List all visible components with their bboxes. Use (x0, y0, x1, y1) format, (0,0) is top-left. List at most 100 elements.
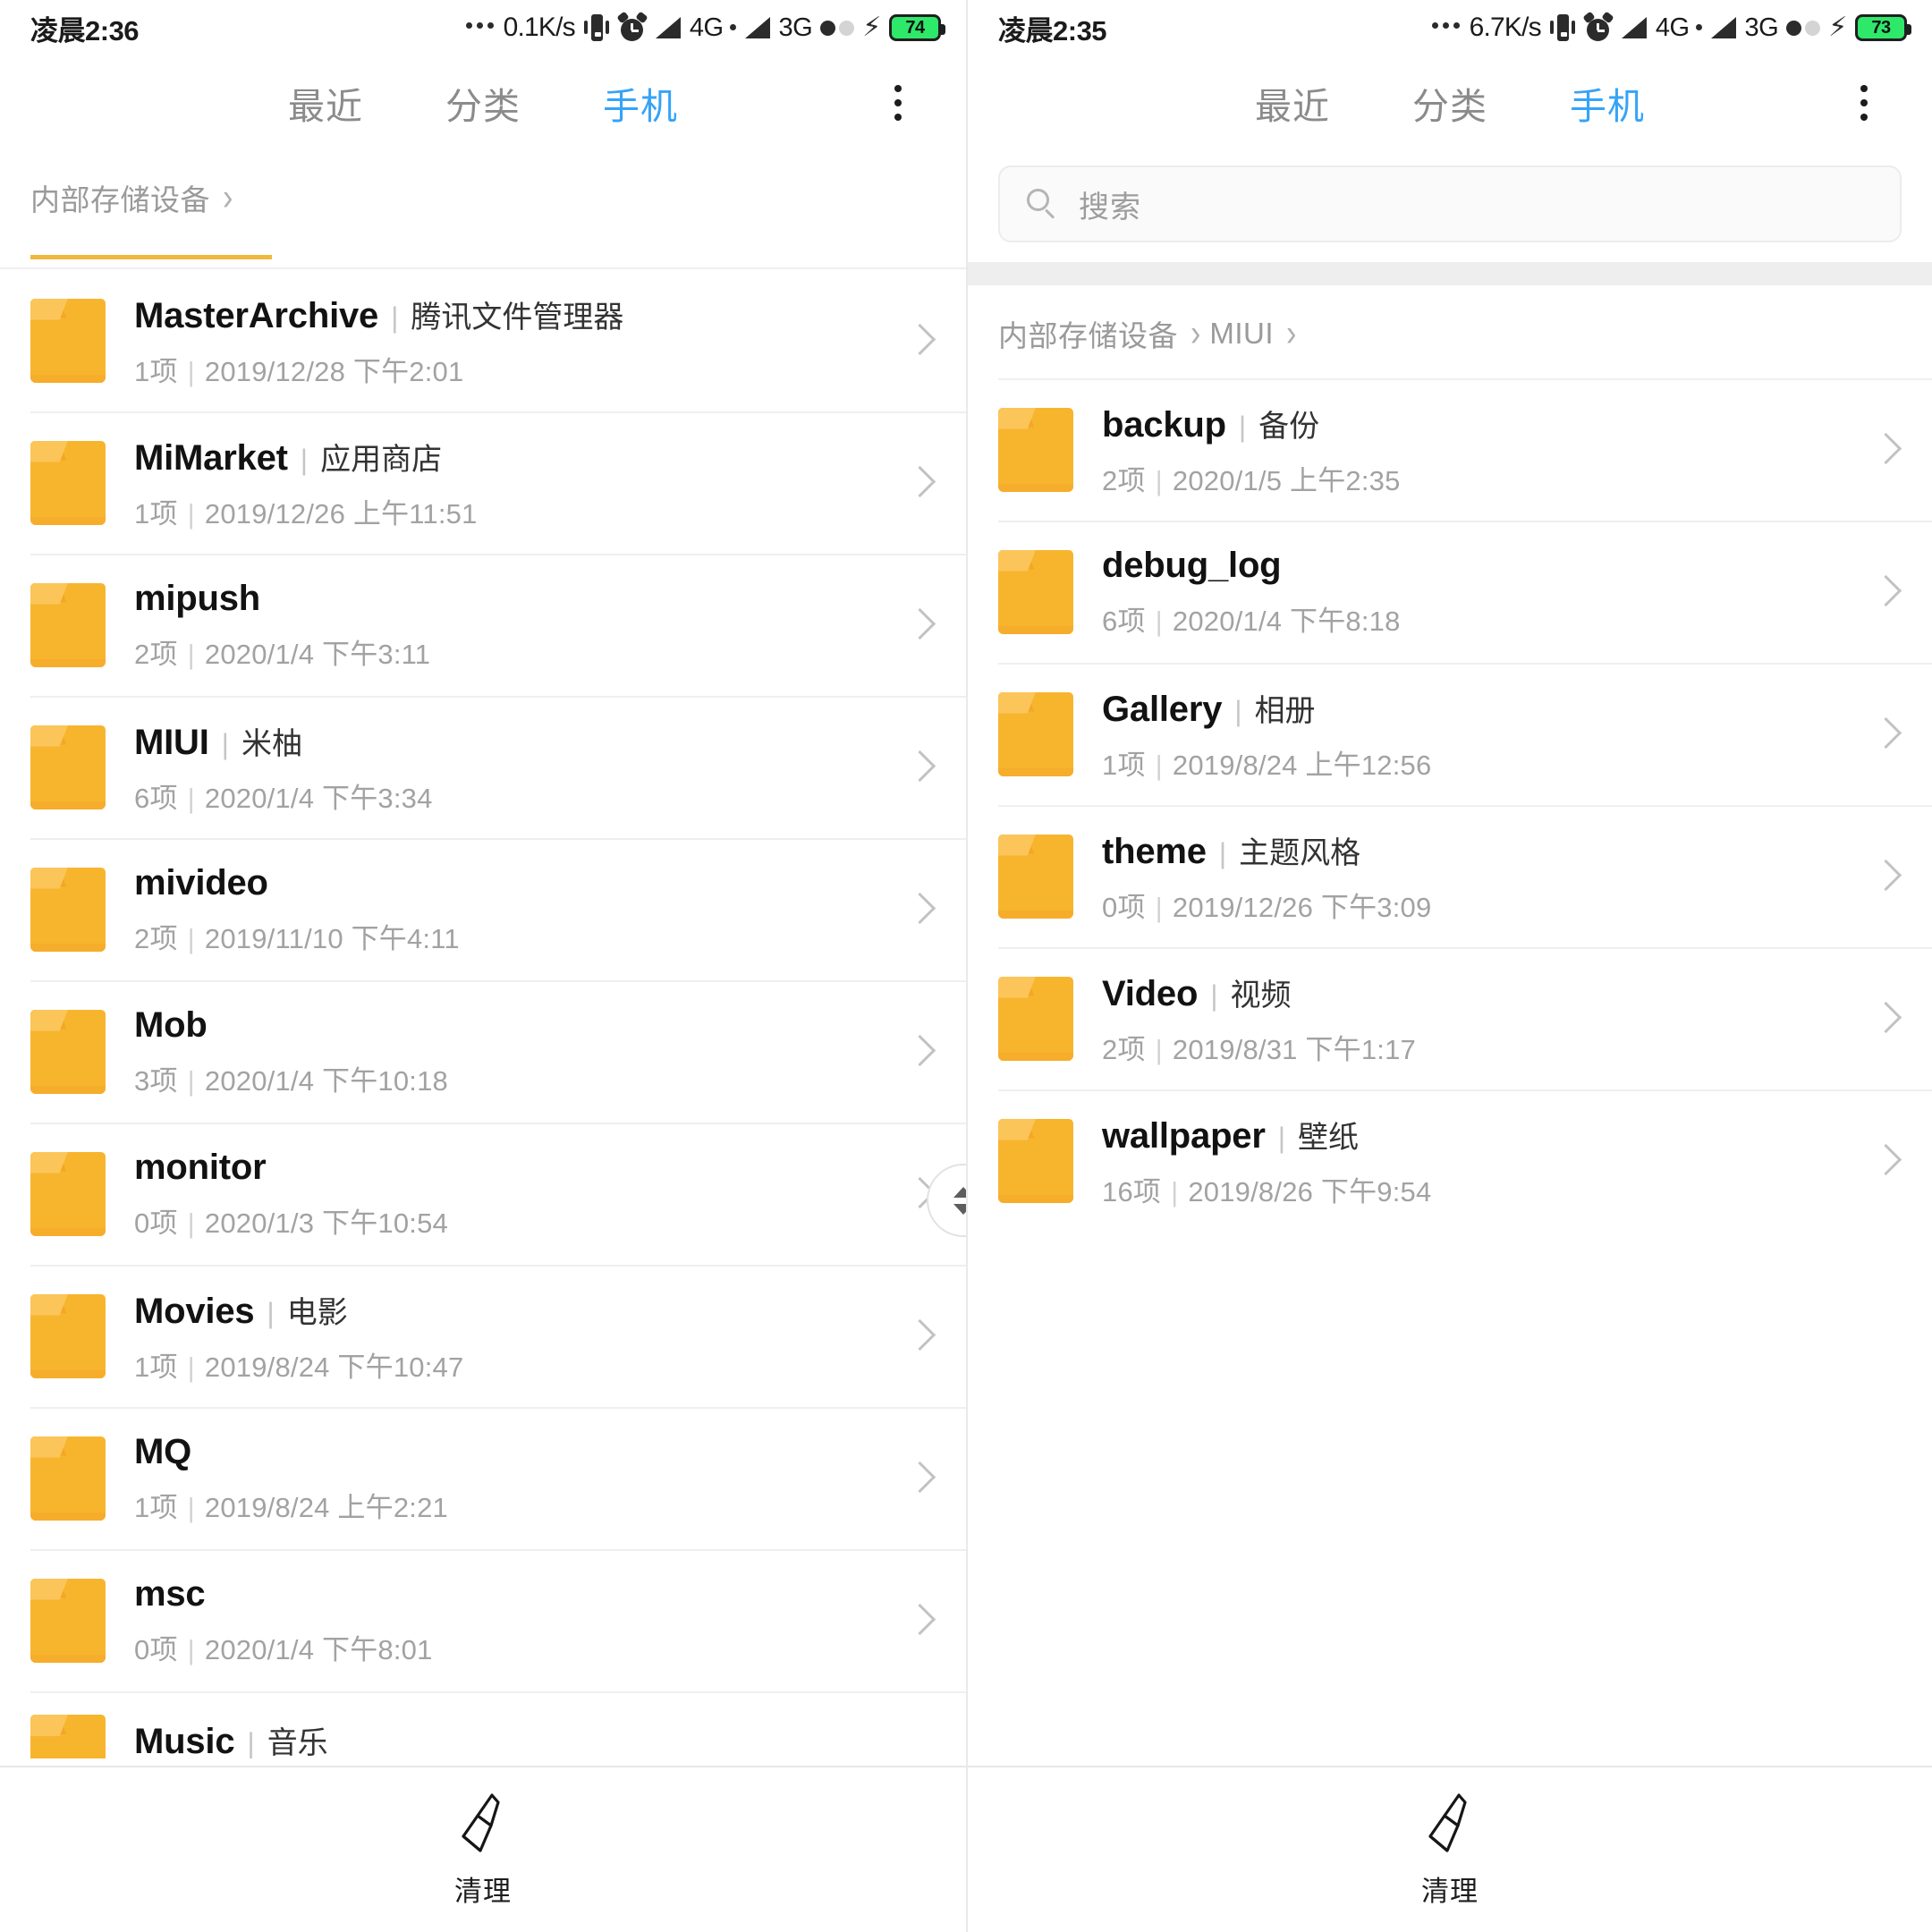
folder-icon (998, 549, 1073, 634)
tab-1[interactable]: 分类 (404, 76, 562, 130)
file-name: msc (134, 1573, 206, 1614)
file-alias: 壁纸 (1298, 1120, 1360, 1155)
bottom-bar: 清理 (0, 1766, 966, 1932)
file-name: mipush (134, 578, 261, 618)
network-type-primary: 4G (1655, 13, 1690, 42)
file-name: Video (1102, 973, 1199, 1013)
item-count: 0项 (134, 1207, 178, 1239)
folder-icon (30, 1151, 106, 1236)
table-row[interactable]: MIUI | 米柚 6项 | 2020/1/4 下午3:34 (0, 696, 966, 838)
row-meta: Video | 视频 2项 | 2019/8/31 下午1:17 (1102, 970, 1848, 1067)
table-row[interactable]: MiMarket | 应用商店 1项 | 2019/12/26 上午11:51 (0, 411, 966, 554)
breadcrumb-item-0[interactable]: 内部存储设备 (998, 312, 1178, 355)
signal-icon (744, 16, 771, 39)
network-speed-label: 6.7K/s (1469, 13, 1542, 42)
table-row[interactable]: Video | 视频 2项 | 2019/8/31 下午1:17 (968, 947, 1932, 1089)
table-row[interactable]: msc 0项 | 2020/1/4 下午8:01 (0, 1549, 966, 1691)
file-name: wallpaper (1102, 1115, 1266, 1156)
file-name: mivideo (134, 862, 268, 902)
subtitle-separator: | (1155, 464, 1163, 496)
tab-bar: 最近 分类 手机 (0, 55, 966, 149)
folder-icon (998, 1118, 1073, 1203)
row-title-line: backup | 备份 (1102, 402, 1848, 445)
row-title-line: MasterArchive | 腾讯文件管理器 (134, 292, 882, 336)
row-meta: monitor 0项 | 2020/1/3 下午10:54 (134, 1148, 882, 1241)
search-input[interactable]: 搜索 (998, 165, 1902, 242)
chevron-right-icon (900, 892, 936, 928)
row-meta: theme | 主题风格 0项 | 2019/12/26 下午3:09 (1102, 828, 1848, 925)
table-row[interactable]: Movies | 电影 1项 | 2019/8/24 下午10:47 (0, 1265, 966, 1407)
subtitle-separator: | (187, 1633, 195, 1665)
table-row[interactable]: MasterArchive | 腾讯文件管理器 1项 | 2019/12/28 下午2:0… (0, 269, 966, 411)
file-alias: 米柚 (241, 726, 302, 761)
alarm-icon (616, 11, 648, 42)
file-list: MasterArchive | 腾讯文件管理器 1项 | 2019/12/28 下午2:0… (0, 242, 966, 1766)
table-row[interactable]: Mob 3项 | 2020/1/4 下午10:18 (0, 980, 966, 1123)
name-alias-separator: | (247, 1727, 255, 1758)
tab-0[interactable]: 最近 (1214, 76, 1371, 130)
row-title-line: theme | 主题风格 (1102, 828, 1848, 872)
clean-button[interactable]: 清理 (1421, 1792, 1479, 1909)
row-title-line: Mob (134, 1005, 882, 1046)
arrow-down-icon (953, 1203, 966, 1215)
dot-icon (894, 98, 902, 106)
table-row[interactable]: Gallery | 相册 1项 | 2019/8/24 上午12:56 (968, 663, 1932, 805)
table-row[interactable]: MQ 1项 | 2019/8/24 上午2:21 (0, 1407, 966, 1549)
chevron-right-icon: › (223, 175, 233, 219)
table-row[interactable]: mipush 2项 | 2020/1/4 下午3:11 (0, 554, 966, 696)
section-divider-band (968, 262, 1932, 285)
row-subtitle: 1项 | 2019/12/28 下午2:01 (134, 349, 882, 389)
table-row[interactable]: mivideo 2项 | 2019/11/10 下午4:11 (0, 838, 966, 980)
chevron-right-icon (900, 1318, 936, 1354)
tab-active-2[interactable]: 手机 (562, 76, 719, 130)
subtitle-separator: | (187, 497, 195, 530)
clean-button[interactable]: 清理 (454, 1792, 512, 1909)
row-meta: backup | 备份 2项 | 2020/1/5 上午2:35 (1102, 402, 1848, 498)
file-alias: 主题风格 (1239, 835, 1361, 870)
tab-1[interactable]: 分类 (1371, 76, 1529, 130)
item-count: 1项 (134, 1351, 178, 1383)
row-subtitle: 2项 | 2019/11/10 下午4:11 (134, 916, 882, 956)
file-date: 2020/1/4 下午8:18 (1172, 605, 1401, 637)
file-alias: 腾讯文件管理器 (411, 300, 624, 335)
row-title-line: monitor (134, 1148, 882, 1188)
row-title-line: debug_log (1102, 546, 1848, 586)
subtitle-separator: | (187, 1207, 195, 1239)
table-row[interactable]: monitor 0项 | 2020/1/3 下午10:54 (0, 1123, 966, 1265)
folder-icon (998, 691, 1073, 776)
status-bar: 凌晨2:35 6.7K/s 4G 3G ⚡ 73 (968, 0, 1932, 55)
file-date: 2019/8/24 上午2:21 (204, 1491, 448, 1523)
file-date: 2020/1/5 上午2:35 (1172, 464, 1401, 496)
breadcrumb: 内部存储设备 › MIUI › (968, 285, 1932, 378)
status-icons-group: 6.7K/s 4G 3G ⚡ 73 (1431, 11, 1911, 43)
file-alias: 视频 (1230, 978, 1292, 1013)
name-alias-separator: | (300, 443, 309, 476)
row-subtitle: 2项 | 2020/1/5 上午2:35 (1102, 458, 1848, 498)
file-date: 2019/8/24 下午10:47 (204, 1351, 464, 1383)
overflow-menu-button[interactable] (873, 74, 923, 131)
item-count: 16项 (1102, 1175, 1162, 1208)
table-row[interactable]: backup | 备份 2项 | 2020/1/5 上午2:35 (968, 378, 1932, 521)
tab-0[interactable]: 最近 (247, 76, 404, 130)
battery-level-label: 74 (905, 17, 925, 38)
chevron-right-icon (1866, 859, 1902, 894)
table-row[interactable]: wallpaper | 壁纸 16项 | 2019/8/26 下午9:54 (968, 1089, 1932, 1232)
table-row[interactable]: theme | 主题风格 0项 | 2019/12/26 下午3:09 (968, 805, 1932, 947)
dot-icon (1860, 98, 1868, 106)
folder-icon (30, 582, 106, 667)
tab-active-2[interactable]: 手机 (1529, 76, 1686, 130)
breadcrumb-item-1[interactable]: MIUI (1209, 317, 1274, 351)
row-subtitle: 0项 | 2019/12/26 下午3:09 (1102, 885, 1848, 925)
network-dot-icon (729, 23, 736, 30)
clipped-row-top (0, 242, 966, 269)
breadcrumb: 内部存储设备 › (0, 149, 966, 242)
folder-icon (30, 440, 106, 525)
status-clock: 凌晨2:35 (998, 14, 1107, 47)
dual-screenshot-comparison: 凌晨2:36 0.1K/s 4G 3G ⚡ 74 最近 分类 手机 内部存储设备 › MasterAr… (0, 0, 1932, 1932)
table-row[interactable]: debug_log 6项 | 2020/1/4 下午8:18 (968, 521, 1932, 663)
overflow-menu-button[interactable] (1839, 74, 1889, 131)
status-clock: 凌晨2:36 (30, 14, 140, 47)
file-alias: 应用商店 (320, 442, 443, 477)
dot-icon (1860, 113, 1868, 121)
breadcrumb-item-0[interactable]: 内部存储设备 (30, 176, 210, 219)
